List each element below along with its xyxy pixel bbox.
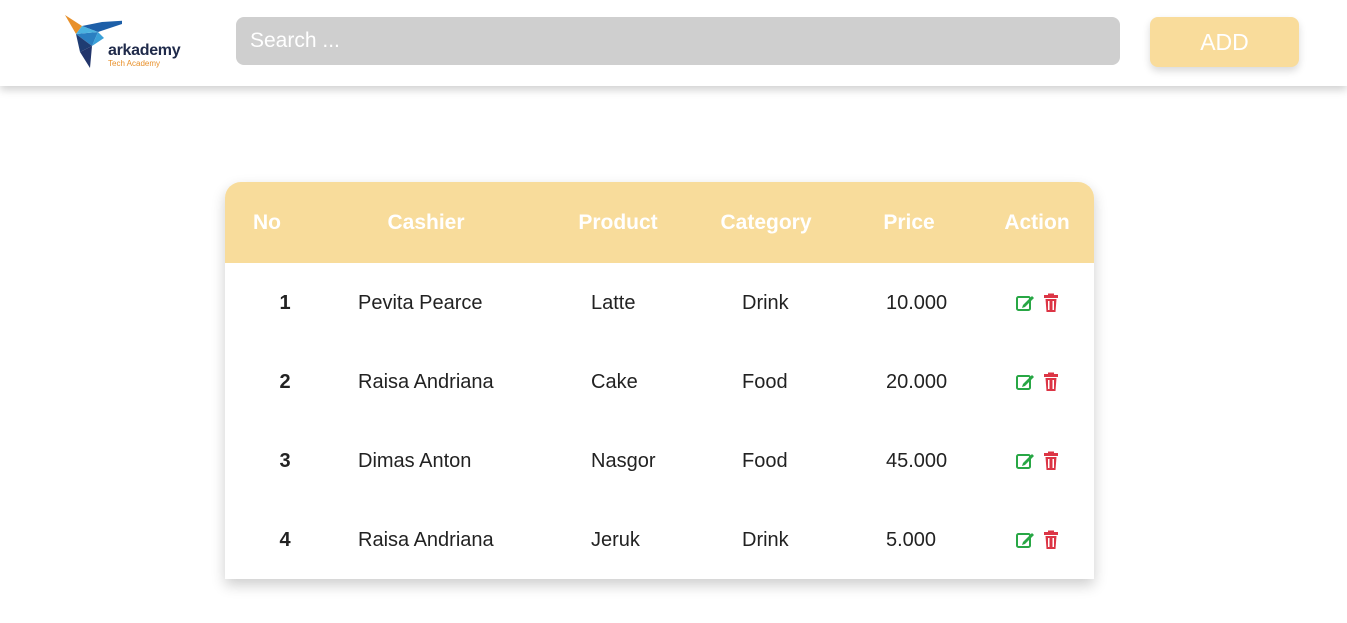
row-number: 2 (279, 371, 291, 393)
row-number: 4 (279, 529, 291, 551)
table-row: 1 Pevita Pearce Latte Drink 10.000 (225, 264, 1094, 343)
row-actions (1015, 530, 1061, 552)
column-header-product: Product (578, 211, 658, 234)
top-navbar: arkademy Tech Academy ADD (0, 0, 1347, 86)
search-input[interactable] (236, 17, 1120, 65)
cashier-cell: Raisa Andriana (358, 371, 494, 393)
column-header-cashier: Cashier (387, 211, 465, 234)
cashier-cell: Pevita Pearce (358, 292, 483, 314)
product-cell: Cake (591, 371, 638, 393)
column-header-price: Price (883, 211, 935, 234)
edit-icon[interactable] (1015, 293, 1035, 313)
price-cell: 20.000 (886, 371, 948, 393)
price-cell: 5.000 (886, 529, 937, 551)
logo-tagline: Tech Academy (108, 59, 161, 68)
trash-icon[interactable] (1041, 451, 1061, 471)
row-actions (1015, 372, 1061, 394)
row-number: 1 (279, 292, 291, 314)
table-header: No Cashier Product Category Price Action (225, 182, 1094, 263)
column-header-category: Category (720, 211, 812, 234)
category-cell: Drink (742, 292, 789, 314)
arkademy-logo[interactable]: arkademy Tech Academy (62, 12, 192, 72)
product-cell: Jeruk (591, 529, 640, 551)
cashier-cell: Dimas Anton (358, 450, 472, 472)
product-cell: Nasgor (591, 450, 656, 472)
trash-icon[interactable] (1041, 372, 1061, 392)
trash-icon[interactable] (1041, 293, 1061, 313)
category-cell: Drink (742, 529, 789, 551)
edit-icon[interactable] (1015, 530, 1035, 550)
category-cell: Food (742, 371, 788, 393)
row-actions (1015, 293, 1061, 315)
logo-wordmark: arkademy (108, 42, 181, 59)
product-cell: Latte (591, 292, 636, 314)
transactions-table: No Cashier Product Category Price Action… (225, 182, 1094, 579)
price-cell: 10.000 (886, 292, 948, 314)
trash-icon[interactable] (1041, 530, 1061, 550)
column-header-no: No (253, 211, 281, 234)
table-row: 4 Raisa Andriana Jeruk Drink 5.000 (225, 501, 1094, 579)
table-row: 3 Dimas Anton Nasgor Food 45.000 (225, 422, 1094, 501)
edit-icon[interactable] (1015, 372, 1035, 392)
column-header-action: Action (1004, 211, 1070, 234)
add-button[interactable]: ADD (1150, 17, 1299, 67)
category-cell: Food (742, 450, 788, 472)
row-actions (1015, 451, 1061, 473)
price-cell: 45.000 (886, 450, 948, 472)
edit-icon[interactable] (1015, 451, 1035, 471)
row-number: 3 (279, 450, 291, 472)
table-row: 2 Raisa Andriana Cake Food 20.000 (225, 343, 1094, 422)
cashier-cell: Raisa Andriana (358, 529, 494, 551)
